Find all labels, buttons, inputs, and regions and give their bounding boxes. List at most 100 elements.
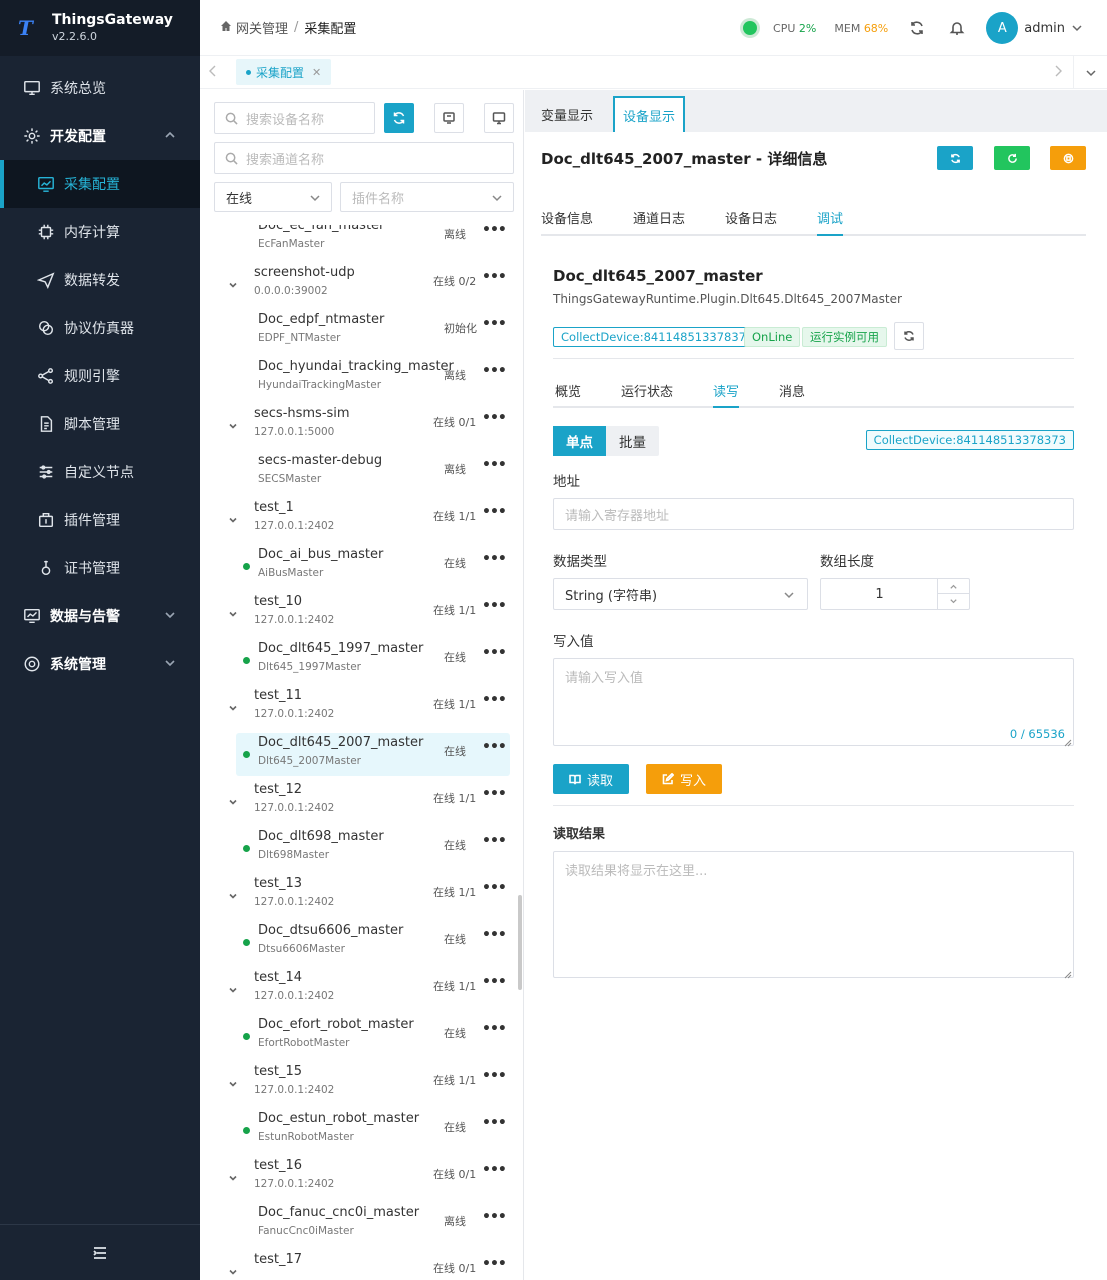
channel-row[interactable]: test_13 127.0.0.1:2402 在线 1/1 ••• <box>200 874 516 917</box>
address-input[interactable]: 请输入寄存器地址 <box>553 498 1074 530</box>
tab-device-info[interactable]: 设备信息 <box>541 208 593 227</box>
refresh-icon[interactable] <box>906 17 928 39</box>
device-row[interactable]: Doc_edpf_ntmaster EDPF_NTMaster 初始化 ••• <box>200 310 516 353</box>
channel-row[interactable]: test_11 127.0.0.1:2402 在线 1/1 ••• <box>200 686 516 729</box>
channel-search-input[interactable]: 搜索通道名称 <box>214 142 514 174</box>
sidebar-item-data-alarm[interactable]: 数据与告警 <box>0 592 200 640</box>
tree-scrollbar[interactable] <box>518 895 522 990</box>
tab-read-write[interactable]: 读写 <box>713 381 739 400</box>
device-row[interactable]: Doc_dlt645_2007_master Dlt645_2007Master 在… <box>236 733 510 776</box>
write-button[interactable]: 写入 <box>646 764 723 794</box>
more-icon[interactable]: ••• <box>482 645 507 661</box>
chevron-left-icon[interactable] <box>208 65 220 79</box>
more-icon[interactable]: ••• <box>482 225 507 238</box>
sidebar-item-system[interactable]: 系统管理 <box>0 640 200 688</box>
tab-run-status[interactable]: 运行状态 <box>621 381 673 400</box>
chevron-down-icon[interactable] <box>228 796 240 808</box>
more-icon[interactable]: ••• <box>482 786 507 802</box>
chevron-down-icon[interactable] <box>228 1172 240 1184</box>
refresh-status-button[interactable] <box>894 322 924 350</box>
chevron-down-icon[interactable] <box>228 279 240 291</box>
more-icon[interactable]: ••• <box>482 457 507 473</box>
refresh-tree-button[interactable] <box>384 103 414 133</box>
tab-debug[interactable]: 调试 <box>817 208 843 227</box>
sidebar-item-certs[interactable]: 证书管理 <box>0 544 200 592</box>
more-icon[interactable]: ••• <box>482 504 507 520</box>
chevron-right-icon[interactable] <box>1053 65 1065 79</box>
more-icon[interactable]: ••• <box>482 739 507 755</box>
home-icon[interactable] <box>220 20 236 36</box>
more-icon[interactable]: ••• <box>482 1209 507 1225</box>
more-icon[interactable]: ••• <box>482 1162 507 1178</box>
more-icon[interactable]: ••• <box>482 363 507 379</box>
chevron-down-icon[interactable] <box>228 702 240 714</box>
tab-messages[interactable]: 消息 <box>779 381 805 400</box>
more-icon[interactable]: ••• <box>482 551 507 567</box>
chevron-down-icon[interactable] <box>1071 22 1083 34</box>
datatype-select[interactable]: String (字符串) <box>553 578 808 610</box>
plugin-filter-select[interactable]: 插件名称 <box>340 182 514 212</box>
device-row[interactable]: Doc_fanuc_cnc0i_master FanucCnc0iMaster 离线… <box>200 1203 516 1246</box>
tab-collect-config[interactable]: 采集配置 ✕ <box>236 59 332 85</box>
pause-button[interactable] <box>1050 146 1086 170</box>
stepper-value[interactable]: 1 <box>821 579 938 609</box>
single-mode-button[interactable]: 单点 <box>553 426 606 456</box>
decrement-button[interactable] <box>938 594 969 609</box>
avatar[interactable]: A <box>986 12 1019 44</box>
more-icon[interactable]: ••• <box>482 316 507 332</box>
sidebar-item-custom-node[interactable]: 自定义节点 <box>0 448 200 496</box>
close-icon[interactable]: ✕ <box>312 66 321 79</box>
device-row[interactable]: Doc_hyundai_tracking_master HyundaiTracki… <box>200 357 516 400</box>
collapse-tree-button[interactable] <box>434 103 464 133</box>
channel-row[interactable]: secs-hsms-sim 127.0.0.1:5000 在线 0/1 ••• <box>200 404 516 447</box>
read-button[interactable]: 读取 <box>553 764 630 794</box>
more-icon[interactable]: ••• <box>482 410 507 426</box>
more-icon[interactable]: ••• <box>482 880 507 896</box>
username[interactable]: admin <box>1024 21 1065 36</box>
device-search-input[interactable]: 搜索设备名称 <box>214 102 375 134</box>
resize-handle-icon[interactable] <box>1064 968 1072 979</box>
restart-button[interactable] <box>994 146 1030 170</box>
read-result-textarea[interactable]: 读取结果将显示在这里... <box>553 851 1074 979</box>
sidebar-item-collect[interactable]: 采集配置 <box>0 160 200 208</box>
monitor-button[interactable] <box>484 103 514 133</box>
sidebar-item-dev-config[interactable]: 开发配置 <box>0 112 200 160</box>
device-row[interactable]: Doc_dtsu6606_master Dtsu6606Master 在线 ••• <box>200 921 516 964</box>
resize-handle-icon[interactable] <box>1064 736 1072 747</box>
write-value-textarea[interactable]: 请输入写入值 0 / 65536 <box>553 658 1074 747</box>
more-icon[interactable]: ••• <box>482 927 507 943</box>
sidebar-item-memory[interactable]: 内存计算 <box>0 208 200 256</box>
device-row[interactable]: Doc_dlt645_1997_master Dlt645_1997Master 在… <box>200 639 516 682</box>
chevron-down-icon[interactable] <box>228 608 240 620</box>
chevron-down-icon[interactable] <box>228 984 240 996</box>
chevron-down-icon[interactable] <box>228 890 240 902</box>
more-icon[interactable]: ••• <box>482 1068 507 1084</box>
device-row[interactable]: Doc_estun_robot_master EstunRobotMaster 在线… <box>200 1109 516 1152</box>
more-icon[interactable]: ••• <box>482 692 507 708</box>
tab-channel-log[interactable]: 通道日志 <box>633 208 685 227</box>
chevron-down-icon[interactable] <box>228 420 240 432</box>
array-length-stepper[interactable]: 1 <box>820 578 970 610</box>
channel-row[interactable]: test_17 在线 0/1 ••• <box>200 1250 516 1280</box>
channel-row[interactable]: test_16 127.0.0.1:2402 在线 0/1 ••• <box>200 1156 516 1199</box>
chevron-down-icon[interactable] <box>228 1078 240 1090</box>
channel-row[interactable]: test_12 127.0.0.1:2402 在线 1/1 ••• <box>200 780 516 823</box>
sidebar-item-simulator[interactable]: 协议仿真器 <box>0 304 200 352</box>
chevron-down-icon[interactable] <box>228 514 240 526</box>
channel-row[interactable]: test_14 127.0.0.1:2402 在线 1/1 ••• <box>200 968 516 1011</box>
more-icon[interactable]: ••• <box>482 269 507 285</box>
tab-menu-button[interactable] <box>1073 56 1107 89</box>
sidebar-collapse-button[interactable] <box>0 1224 200 1280</box>
tab-device-view[interactable]: 设备显示 <box>613 96 685 132</box>
tab-device-log[interactable]: 设备日志 <box>725 208 777 227</box>
device-row[interactable]: Doc_ai_bus_master AiBusMaster 在线 ••• <box>200 545 516 588</box>
channel-row[interactable]: test_15 127.0.0.1:2402 在线 1/1 ••• <box>200 1062 516 1105</box>
channel-row[interactable]: test_10 127.0.0.1:2402 在线 1/1 ••• <box>200 592 516 635</box>
sidebar-item-forward[interactable]: 数据转发 <box>0 256 200 304</box>
breadcrumb-item[interactable]: 网关管理 <box>236 18 288 37</box>
more-icon[interactable]: ••• <box>482 1256 507 1272</box>
device-row[interactable]: Doc_dlt698_master Dlt698Master 在线 ••• <box>200 827 516 870</box>
sidebar-item-plugins[interactable]: 插件管理 <box>0 496 200 544</box>
tab-overview[interactable]: 概览 <box>555 381 581 400</box>
more-icon[interactable]: ••• <box>482 598 507 614</box>
